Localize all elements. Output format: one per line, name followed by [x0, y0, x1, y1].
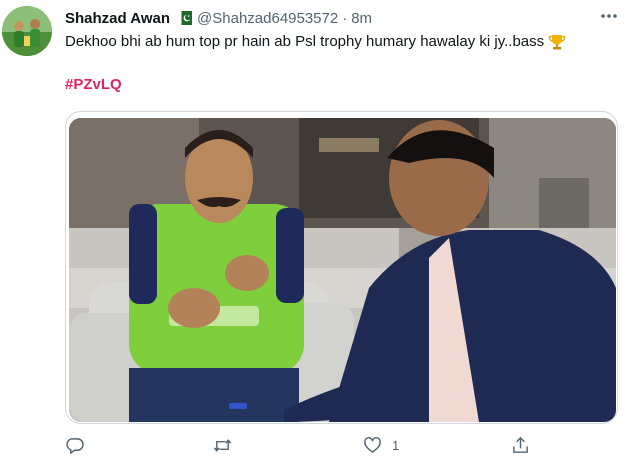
tweet-text: Dekhoo bhi ab hum top pr hain ab Psl tro… [65, 32, 566, 52]
reply-button[interactable] [65, 434, 94, 456]
separator-dot: · [342, 9, 348, 27]
photo [69, 118, 616, 422]
hashtag-link[interactable]: #PZvLQ [65, 76, 122, 93]
tweet-card[interactable]: Shahzad Awan @Shahzad64953572 · 8m Dekho… [0, 0, 640, 470]
retweet-button[interactable] [213, 434, 242, 456]
tweet-body: Dekhoo bhi ab hum top pr hain ab Psl tro… [65, 33, 545, 50]
timestamp[interactable]: 8m [351, 10, 372, 27]
avatar[interactable] [2, 6, 52, 56]
avatar-image [2, 6, 52, 56]
share-icon [513, 436, 528, 453]
tweet-header: Shahzad Awan @Shahzad64953572 · 8m [65, 8, 372, 28]
author-name[interactable]: Shahzad Awan [65, 10, 170, 27]
pakistan-flag-icon [178, 11, 193, 25]
tweet-actions: 1 [65, 434, 605, 456]
share-button[interactable] [511, 434, 540, 456]
author-handle[interactable]: @Shahzad64953572 [197, 10, 338, 27]
heart-icon [364, 436, 381, 453]
media-image[interactable] [65, 111, 618, 424]
retweet-icon [213, 438, 232, 452]
reply-icon [66, 437, 84, 454]
more-options-button[interactable] [596, 6, 622, 26]
like-button[interactable]: 1 [363, 434, 399, 456]
trophy-icon [548, 33, 566, 51]
ellipsis-icon [601, 14, 617, 18]
like-count: 1 [392, 437, 400, 453]
